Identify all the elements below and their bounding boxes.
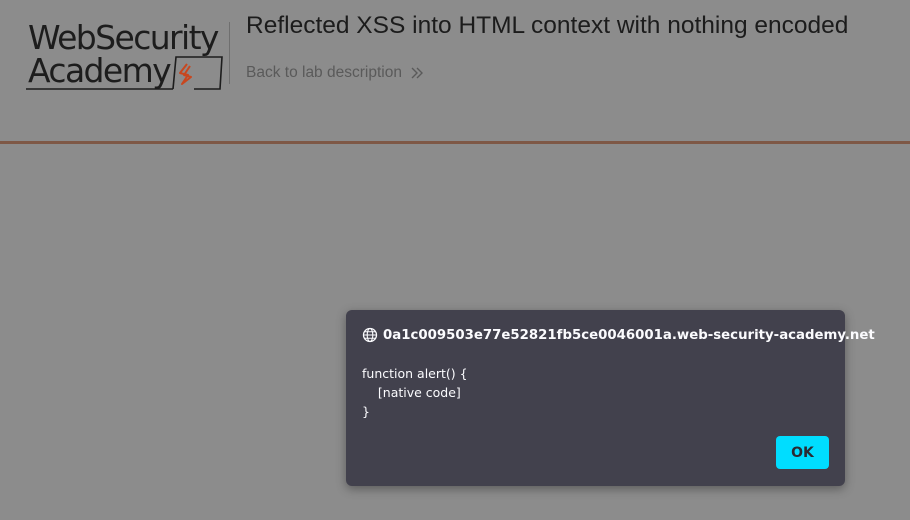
globe-icon (362, 327, 378, 343)
lab-title: Reflected XSS into HTML context with not… (246, 12, 849, 39)
web-security-academy-logo[interactable]: WebSecurity Academy (26, 20, 226, 92)
header-rule (0, 141, 910, 144)
dialog-origin: 0a1c009503e77e52821fb5ce0046001a.web-sec… (362, 327, 875, 343)
alert-dialog: 0a1c009503e77e52821fb5ce0046001a.web-sec… (346, 310, 875, 486)
dialog-message: function alert() { [native code] } (362, 366, 468, 419)
dialog-origin-text: 0a1c009503e77e52821fb5ce0046001a.web-sec… (383, 327, 875, 343)
lab-header: WebSecurity Academy Reflected XSS into H… (0, 0, 910, 141)
back-link-label: Back to lab description (246, 64, 402, 81)
double-chevron-right-icon (411, 67, 423, 79)
back-to-lab-description-link[interactable]: Back to lab description (246, 64, 423, 82)
header-divider (229, 22, 230, 84)
logo-lightning-icon (26, 56, 223, 90)
ok-button[interactable]: OK (776, 436, 829, 469)
